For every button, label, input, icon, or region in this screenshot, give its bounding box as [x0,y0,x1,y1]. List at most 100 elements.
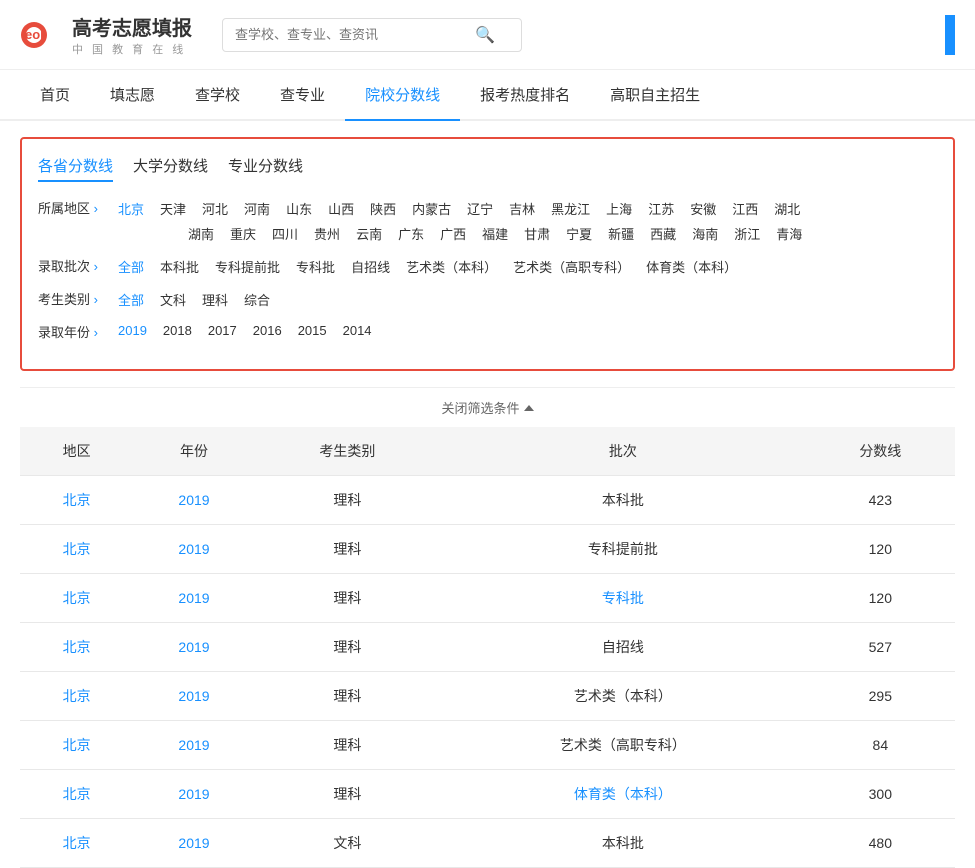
filter-value-1-1[interactable]: 本科批 [156,256,203,277]
nav-item-首页[interactable]: 首页 [20,70,90,119]
close-filter-bar: 关闭筛选条件 [20,387,955,427]
filter-value-0-14[interactable]: 江西 [728,198,762,219]
table-cell-7-1: 2019 [133,819,254,868]
logo: eol 高考志愿填报 中 国 教 育 在 线 [20,12,192,57]
arrow-icon: › [94,325,98,340]
filter-value-1-7[interactable]: 体育类（本科） [642,256,741,277]
filter-value-3-0[interactable]: 2019 [114,322,151,339]
filter-value-0-9[interactable]: 吉林 [505,198,539,219]
filter-value-0-3[interactable]: 河南 [240,198,274,219]
filter-value2-0-9[interactable]: 宁夏 [562,223,596,244]
filter-value-1-6[interactable]: 艺术类（高职专科） [509,256,634,277]
filter-values-1: 全部本科批专科提前批专科批自招线艺术类（本科） 艺术类（高职专科） 体育类（本科） [114,256,741,277]
filter-value-1-2[interactable]: 专科提前批 [211,256,284,277]
filter-value-2-0[interactable]: 全部 [114,289,148,310]
table-row: 北京2019理科艺术类（高职专科）84 [20,721,955,770]
filter-value-0-6[interactable]: 陕西 [366,198,400,219]
filter-value-0-4[interactable]: 山东 [282,198,316,219]
filter-value2-0-12[interactable]: 海南 [688,223,722,244]
filter-value-0-1[interactable]: 天津 [156,198,190,219]
filter-values-0: 北京天津河北河南山东山西陕西内蒙古辽宁吉林黑龙江上海江苏安徽江西湖北湖南重庆四川… [114,198,806,244]
table-cell-2-0: 北京 [20,574,133,623]
table-cell-0-4: 423 [806,476,955,525]
table-cell-5-1: 2019 [133,721,254,770]
filter-value-0-15[interactable]: 湖北 [770,198,804,219]
filter-value-0-10[interactable]: 黑龙江 [547,198,594,219]
filter-value2-0-6[interactable]: 广西 [436,223,470,244]
filter-value-0-13[interactable]: 安徽 [686,198,720,219]
filter-value2-0-7[interactable]: 福建 [478,223,512,244]
filter-value-1-4[interactable]: 自招线 [347,256,394,277]
nav-item-填志愿[interactable]: 填志愿 [90,70,175,119]
nav-item-报考热度排名[interactable]: 报考热度排名 [460,70,590,119]
filter-value-1-5[interactable]: 艺术类（本科） [402,256,501,277]
filter-row-3: 录取年份 › 201920182017201620152014 [38,322,937,341]
filter-value-2-2[interactable]: 理科 [198,289,232,310]
col-header-4: 分数线 [806,427,955,476]
nav-item-查学校[interactable]: 查学校 [175,70,260,119]
nav-item-查专业[interactable]: 查专业 [260,70,345,119]
filter-value-1-0[interactable]: 全部 [114,256,148,277]
filter-value2-0-1[interactable]: 重庆 [226,223,260,244]
filter-value2-0-3[interactable]: 贵州 [310,223,344,244]
filter-row-0: 所属地区 › 北京天津河北河南山东山西陕西内蒙古辽宁吉林黑龙江上海江苏安徽江西湖… [38,198,937,244]
filter-value2-0-14[interactable]: 青海 [772,223,806,244]
logo-text: 高考志愿填报 中 国 教 育 在 线 [72,12,192,57]
triangle-up-icon [524,405,534,411]
filter-value-2-1[interactable]: 文科 [156,289,190,310]
filter-value-0-11[interactable]: 上海 [602,198,636,219]
filter-row-label-0: 所属地区 › [38,198,108,217]
table-cell-1-3: 专科提前批 [440,525,806,574]
search-box[interactable]: 🔍 [222,18,522,52]
header: eol 高考志愿填报 中 国 教 育 在 线 🔍 [0,0,975,70]
filter-value2-0-8[interactable]: 甘肃 [520,223,554,244]
main-nav: 首页填志愿查学校查专业院校分数线报考热度排名高职自主招生 [0,70,975,121]
data-table-container: 地区年份考生类别批次分数线 北京2019理科本科批423北京2019理科专科提前… [20,427,955,868]
table-cell-5-0: 北京 [20,721,133,770]
filter-value-0-0[interactable]: 北京 [114,198,148,219]
col-header-1: 年份 [133,427,254,476]
filter-value-3-3[interactable]: 2016 [249,322,286,339]
filter-tab-大学分数线[interactable]: 大学分数线 [133,155,208,182]
right-area [945,15,955,55]
filter-value-3-4[interactable]: 2015 [294,322,331,339]
table-cell-2-3: 专科批 [440,574,806,623]
table-cell-7-3: 本科批 [440,819,806,868]
filter-row-label-2: 考生类别 › [38,289,108,308]
table-cell-6-2: 理科 [255,770,440,819]
nav-item-高职自主招生[interactable]: 高职自主招生 [590,70,720,119]
filter-value2-0-11[interactable]: 西藏 [646,223,680,244]
filter-value2-0-10[interactable]: 新疆 [604,223,638,244]
filter-value2-0-4[interactable]: 云南 [352,223,386,244]
filter-value-0-12[interactable]: 江苏 [644,198,678,219]
table-cell-0-3: 本科批 [440,476,806,525]
table-cell-6-3: 体育类（本科） [440,770,806,819]
table-cell-5-2: 理科 [255,721,440,770]
table-row: 北京2019理科本科批423 [20,476,955,525]
filter-value-2-3[interactable]: 综合 [240,289,274,310]
filter-value2-0-5[interactable]: 广东 [394,223,428,244]
filter-value-3-2[interactable]: 2017 [204,322,241,339]
filter-value-3-1[interactable]: 2018 [159,322,196,339]
filter-value-1-3[interactable]: 专科批 [292,256,339,277]
filter-value-0-5[interactable]: 山西 [324,198,358,219]
table-cell-4-1: 2019 [133,672,254,721]
filter-value-0-7[interactable]: 内蒙古 [408,198,455,219]
filter-value2-0-0[interactable]: 湖南 [184,223,218,244]
filter-value-0-8[interactable]: 辽宁 [463,198,497,219]
filter-value-0-2[interactable]: 河北 [198,198,232,219]
filter-tab-各省分数线[interactable]: 各省分数线 [38,155,113,182]
filter-value2-0-13[interactable]: 浙江 [730,223,764,244]
filter-value-3-5[interactable]: 2014 [339,322,376,339]
filter-tab-专业分数线[interactable]: 专业分数线 [228,155,303,182]
search-icon[interactable]: 🔍 [475,25,495,45]
table-cell-4-3: 艺术类（本科） [440,672,806,721]
arrow-icon: › [94,292,98,307]
nav-item-院校分数线[interactable]: 院校分数线 [345,70,460,121]
search-input[interactable] [235,27,475,42]
close-filter-button[interactable]: 关闭筛选条件 [441,398,533,417]
right-button[interactable] [945,15,955,55]
close-filter-label: 关闭筛选条件 [441,398,519,417]
filter-value2-0-2[interactable]: 四川 [268,223,302,244]
filter-row-1: 录取批次 › 全部本科批专科提前批专科批自招线艺术类（本科）艺术类（高职专科）体… [38,256,937,277]
